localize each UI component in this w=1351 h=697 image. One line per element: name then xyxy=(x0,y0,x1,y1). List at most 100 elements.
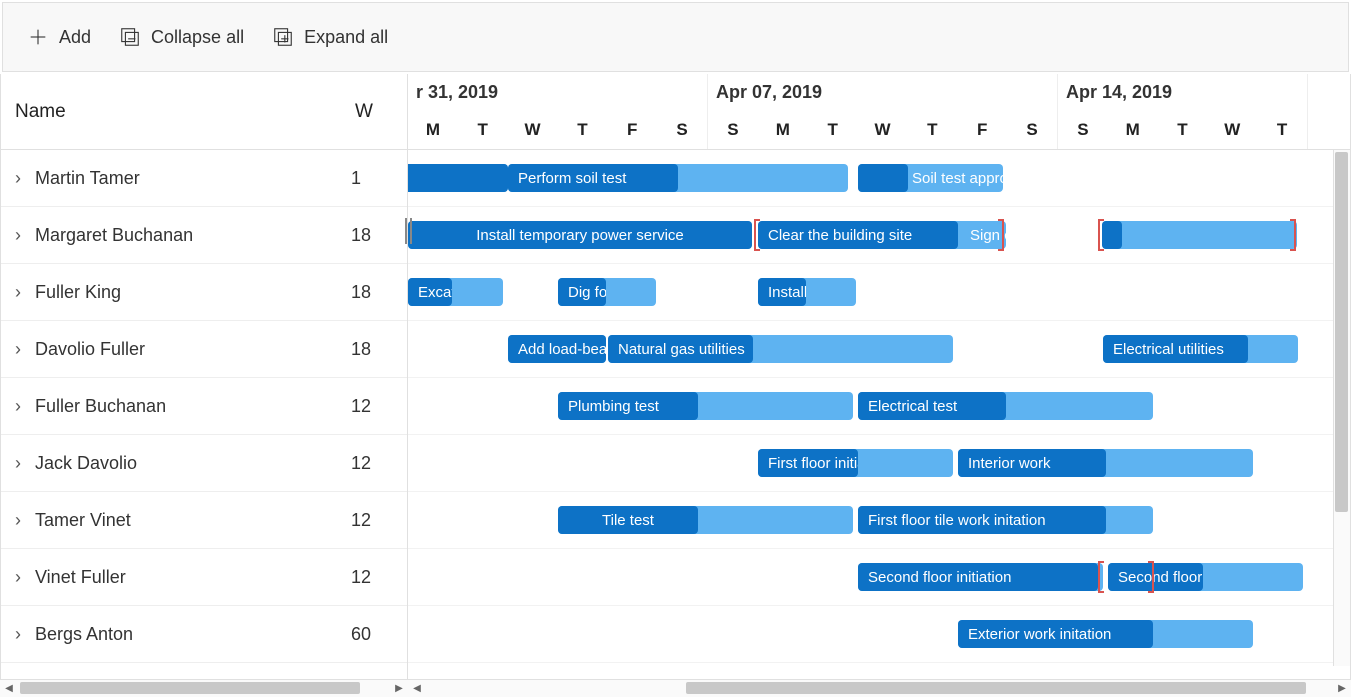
task-bar[interactable] xyxy=(858,164,908,192)
grid-horizontal-scrollbar[interactable]: ◀ ▶ xyxy=(0,679,408,697)
toolbar: Add Collapse all Expand all xyxy=(2,2,1349,72)
day-header[interactable]: S xyxy=(708,110,758,150)
scroll-right-icon[interactable]: ▶ xyxy=(1333,683,1351,694)
chart-area[interactable]: tionPerform soil testSoil test approvalI… xyxy=(408,150,1350,672)
chart-row: Plumbing test Electrical test xyxy=(408,378,1350,435)
chart-row: Install temporary power serviceClear the… xyxy=(408,207,1350,264)
chevron-right-icon[interactable]: › xyxy=(15,282,27,303)
task-bar-progress[interactable] xyxy=(1102,221,1297,249)
task-bar[interactable]: tion xyxy=(408,164,508,192)
day-header[interactable]: W xyxy=(508,110,558,150)
constraint-bracket-right xyxy=(998,219,1004,251)
day-header[interactable]: T xyxy=(458,110,508,150)
task-bar[interactable]: Perform soil test xyxy=(508,164,678,192)
resource-name-cell[interactable]: › Tamer Vinet xyxy=(1,510,351,531)
task-bar[interactable]: Dig footer xyxy=(558,278,606,306)
column-second-header[interactable]: W xyxy=(351,101,407,123)
resource-grid: Name W ›Martin Tamer1›Margaret Buchanan1… xyxy=(0,74,408,679)
grid-row[interactable]: › Tamer Vinet 12 xyxy=(1,492,407,549)
resource-name-cell[interactable]: ›Fuller Buchanan xyxy=(1,396,351,417)
vertical-scrollbar[interactable] xyxy=(1333,150,1350,666)
day-header[interactable]: M xyxy=(758,110,808,150)
chevron-right-icon[interactable]: › xyxy=(15,510,27,531)
chevron-right-icon[interactable]: › xyxy=(15,453,27,474)
collapse-all-button[interactable]: Collapse all xyxy=(119,26,244,48)
task-bar[interactable]: First floor tile work initation xyxy=(858,506,1106,534)
expand-label: Expand all xyxy=(304,27,388,48)
grid-row[interactable]: ›Fuller Buchanan12 xyxy=(1,378,407,435)
day-header[interactable]: M xyxy=(1108,110,1158,150)
task-bar[interactable]: Plumbing test xyxy=(558,392,698,420)
day-header[interactable]: S xyxy=(1007,110,1057,150)
day-header[interactable]: T xyxy=(1257,110,1307,150)
add-button[interactable]: Add xyxy=(27,26,91,48)
add-label: Add xyxy=(59,27,91,48)
grid-header: Name W xyxy=(1,74,407,150)
gantt-chart: r 31, 2019MTWTFSApr 07, 2019SMTWTFSApr 1… xyxy=(408,74,1351,679)
collapse-label: Collapse all xyxy=(151,27,244,48)
resource-name-cell[interactable]: ›Margaret Buchanan xyxy=(1,225,351,246)
grid-row[interactable]: ›Bergs Anton60 xyxy=(1,606,407,663)
grid-row[interactable]: ›Margaret Buchanan18 xyxy=(1,207,407,264)
task-bar[interactable]: Second floor initiation xyxy=(858,563,1098,591)
day-header[interactable]: W xyxy=(858,110,908,150)
resource-name-cell[interactable]: › Martin Tamer xyxy=(1,168,351,189)
week-label: Apr 14, 2019 xyxy=(1058,74,1307,110)
task-bar[interactable]: Electrical utilities xyxy=(1103,335,1248,363)
resource-name-cell[interactable]: › Davolio Fuller xyxy=(1,339,351,360)
scroll-left-icon[interactable]: ◀ xyxy=(0,683,18,694)
day-header[interactable]: T xyxy=(808,110,858,150)
task-bar[interactable]: First floor initiation xyxy=(758,449,858,477)
resource-name: Martin Tamer xyxy=(35,168,140,189)
column-name-header[interactable]: Name xyxy=(1,101,351,123)
grid-row[interactable]: ›Martin Tamer1 xyxy=(1,150,407,207)
task-bar[interactable]: Tile test xyxy=(558,506,698,534)
resource-name: Tamer Vinet xyxy=(35,510,131,531)
resource-work-cell: 12 xyxy=(351,396,407,417)
task-bar[interactable]: Natural gas utilities xyxy=(608,335,753,363)
resource-work-cell: 12 xyxy=(351,510,407,531)
grid-row[interactable]: ›Jack Davolio12 xyxy=(1,435,407,492)
chevron-right-icon[interactable]: › xyxy=(15,168,27,189)
task-bar[interactable] xyxy=(1102,221,1122,249)
scroll-left-icon[interactable]: ◀ xyxy=(408,683,426,694)
task-bar[interactable]: Clear the building site xyxy=(758,221,958,249)
grid-row[interactable]: ›Fuller King18 xyxy=(1,264,407,321)
day-header[interactable]: F xyxy=(607,110,657,150)
day-header[interactable]: W xyxy=(1207,110,1257,150)
task-bar[interactable]: Install temporary power service xyxy=(408,221,752,249)
resource-name-cell[interactable]: › Bergs Anton xyxy=(1,624,351,645)
resource-name-cell[interactable]: ›Jack Davolio xyxy=(1,453,351,474)
day-header[interactable]: T xyxy=(1158,110,1208,150)
task-bar[interactable]: Second floor tile work initiation xyxy=(1108,563,1203,591)
task-bar[interactable]: Interior work xyxy=(958,449,1106,477)
task-bar[interactable]: Electrical test xyxy=(858,392,1006,420)
day-header[interactable]: T xyxy=(557,110,607,150)
expand-all-button[interactable]: Expand all xyxy=(272,26,388,48)
task-bar[interactable]: Add load-bearing xyxy=(508,335,606,363)
day-header[interactable]: F xyxy=(957,110,1007,150)
day-header[interactable]: S xyxy=(657,110,707,150)
task-bar[interactable]: Exterior work initation xyxy=(958,620,1153,648)
vertical-scroll-thumb[interactable] xyxy=(1335,152,1348,512)
chevron-right-icon[interactable]: › xyxy=(15,624,27,645)
week-block: r 31, 2019MTWTFS xyxy=(408,74,708,149)
day-header[interactable]: T xyxy=(907,110,957,150)
chevron-right-icon[interactable]: › xyxy=(15,225,27,246)
chevron-right-icon[interactable]: › xyxy=(15,396,27,417)
resource-name-cell[interactable]: ›Fuller King xyxy=(1,282,351,303)
resource-name: Davolio Fuller xyxy=(35,339,145,360)
day-header[interactable]: M xyxy=(408,110,458,150)
day-header[interactable]: S xyxy=(1058,110,1108,150)
scroll-right-icon[interactable]: ▶ xyxy=(390,683,408,694)
panel-splitter[interactable] xyxy=(402,218,414,244)
grid-row[interactable]: ›Vinet Fuller12 xyxy=(1,549,407,606)
resource-name-cell[interactable]: ›Vinet Fuller xyxy=(1,567,351,588)
grid-row[interactable]: ›Davolio Fuller18 xyxy=(1,321,407,378)
resource-name: Bergs Anton xyxy=(35,624,133,645)
task-bar[interactable]: Install plumbing xyxy=(758,278,806,306)
chevron-right-icon[interactable]: › xyxy=(15,567,27,588)
task-bar[interactable]: Excavate foundation xyxy=(408,278,452,306)
chevron-right-icon[interactable]: › xyxy=(15,339,27,360)
chart-horizontal-scrollbar[interactable]: ◀ ▶ xyxy=(408,679,1351,697)
